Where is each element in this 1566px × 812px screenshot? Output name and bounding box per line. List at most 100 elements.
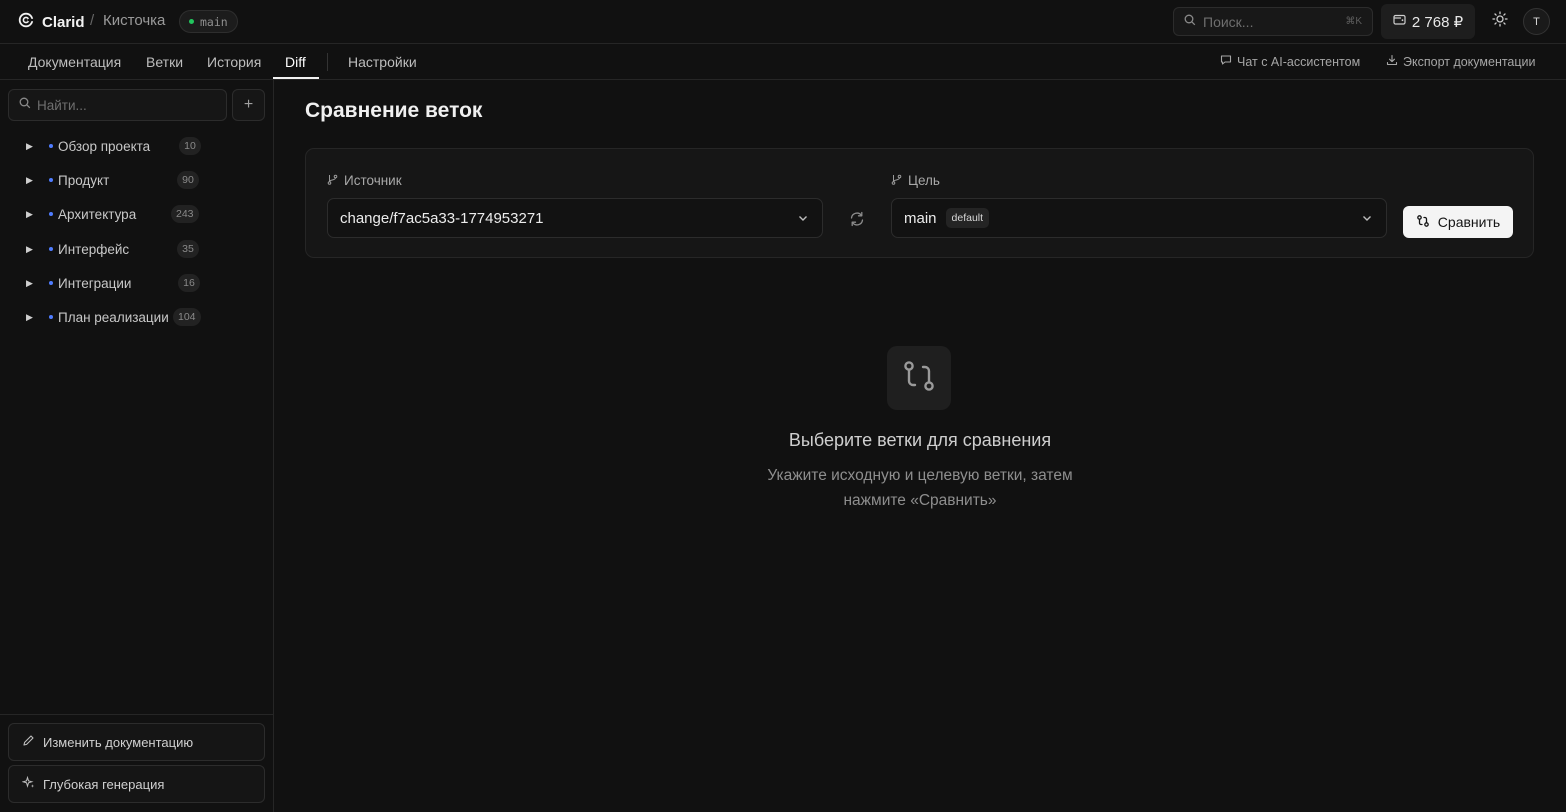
sidebar-divider bbox=[0, 714, 273, 715]
tree-item-label: Архитектура bbox=[58, 206, 137, 222]
swap-branches-button[interactable] bbox=[848, 210, 866, 228]
export-docs-label: Экспорт документации bbox=[1403, 54, 1536, 69]
export-docs-link[interactable]: Экспорт документации bbox=[1386, 54, 1536, 69]
tree-item-architecture[interactable]: ▶ Архитектура 243 bbox=[0, 199, 274, 229]
theme-toggle-button[interactable] bbox=[1489, 10, 1511, 32]
current-branch-name: main bbox=[200, 14, 228, 29]
breadcrumb-separator: / bbox=[90, 12, 95, 29]
app-name: Clarid bbox=[42, 14, 85, 31]
section-dot bbox=[49, 178, 53, 182]
target-branch-value: main bbox=[904, 209, 937, 227]
branch-status-dot bbox=[189, 19, 194, 24]
tree-item-count: 104 bbox=[173, 308, 201, 326]
expand-arrow-icon[interactable]: ▶ bbox=[26, 209, 33, 220]
project-name[interactable]: Кисточка bbox=[103, 12, 165, 29]
tree-item-label: План реализации bbox=[58, 309, 169, 325]
empty-state-description: Укажите исходную и целевую ветки, затем … bbox=[740, 463, 1100, 513]
tree-item-count: 243 bbox=[171, 205, 199, 223]
deep-generation-button[interactable]: Глубокая генерация bbox=[8, 765, 265, 803]
empty-state-description-line: Укажите исходную и целевую ветки, затем bbox=[767, 467, 1073, 484]
chat-bubble-icon bbox=[1220, 54, 1232, 69]
source-label: Источник bbox=[327, 173, 402, 188]
source-branch-value: change/f7ac5a33-1774953271 bbox=[340, 209, 544, 227]
branch-compare-card: Источник change/f7ac5a33-1774953271 Цель… bbox=[305, 148, 1534, 258]
tab-branches[interactable]: Ветки bbox=[146, 44, 183, 79]
sidebar-search-input[interactable]: Найти... bbox=[8, 89, 227, 121]
expand-arrow-icon[interactable]: ▶ bbox=[26, 141, 33, 152]
compare-button[interactable]: Сравнить bbox=[1403, 206, 1513, 238]
tree-item-label: Интерфейс bbox=[58, 241, 130, 257]
app-logo[interactable]: Clarid bbox=[18, 12, 85, 33]
tab-history[interactable]: История bbox=[207, 44, 261, 79]
refresh-icon bbox=[848, 211, 866, 232]
clarid-logo-icon bbox=[18, 12, 34, 33]
search-icon bbox=[19, 96, 31, 114]
wallet-icon bbox=[1393, 13, 1406, 31]
empty-state-title: Выберите ветки для сравнения bbox=[788, 430, 1052, 450]
section-dot bbox=[49, 315, 53, 319]
chevron-down-icon bbox=[1360, 211, 1374, 230]
global-search-input[interactable]: Поиск... ⌘K bbox=[1173, 7, 1373, 36]
tab-documentation[interactable]: Документация bbox=[28, 44, 121, 79]
tree-item-count: 90 bbox=[177, 171, 199, 189]
user-avatar[interactable]: T bbox=[1523, 8, 1550, 35]
git-compare-icon bbox=[1416, 214, 1430, 231]
tree-item-interface[interactable]: ▶ Интерфейс 35 bbox=[0, 234, 274, 264]
edit-docs-label: Изменить документацию bbox=[43, 734, 194, 750]
tree-item-implementation-plan[interactable]: ▶ План реализации 104 bbox=[0, 302, 274, 332]
tree-item-label: Продукт bbox=[58, 172, 110, 188]
add-section-button[interactable]: + bbox=[232, 89, 265, 121]
balance-value: 2 768 ₽ bbox=[1411, 13, 1464, 31]
tree-item-count: 10 bbox=[179, 137, 201, 155]
expand-arrow-icon[interactable]: ▶ bbox=[26, 278, 33, 289]
expand-arrow-icon[interactable]: ▶ bbox=[26, 312, 33, 323]
section-dot bbox=[49, 144, 53, 148]
main-content: Сравнение веток Источник change/f7ac5a33… bbox=[274, 80, 1566, 812]
tree-item-integrations[interactable]: ▶ Интеграции 16 bbox=[0, 268, 274, 298]
section-dot bbox=[49, 212, 53, 216]
expand-arrow-icon[interactable]: ▶ bbox=[26, 244, 33, 255]
target-label: Цель bbox=[891, 173, 940, 188]
ai-chat-link[interactable]: Чат с AI-ассистентом bbox=[1220, 54, 1360, 69]
section-dot bbox=[49, 247, 53, 251]
empty-state-description-line: нажмите «Сравнить» bbox=[843, 492, 997, 509]
deep-generation-label: Глубокая генерация bbox=[43, 776, 165, 792]
current-branch-badge[interactable]: main bbox=[179, 10, 238, 33]
target-branch-select[interactable]: main default bbox=[891, 198, 1387, 238]
git-branch-icon bbox=[891, 173, 902, 188]
source-branch-select[interactable]: change/f7ac5a33-1774953271 bbox=[327, 198, 823, 238]
search-shortcut: ⌘K bbox=[1345, 16, 1362, 27]
tree-item-product[interactable]: ▶ Продукт 90 bbox=[0, 165, 274, 195]
sidebar-search-placeholder: Найти... bbox=[37, 97, 87, 113]
tree-item-label: Интеграции bbox=[58, 275, 132, 291]
search-placeholder: Поиск... bbox=[1203, 13, 1254, 30]
tree-item-label: Обзор проекта bbox=[58, 138, 151, 154]
target-label-text: Цель bbox=[908, 173, 940, 188]
top-bar: Clarid / Кисточка main Поиск... ⌘K 2 768… bbox=[0, 0, 1566, 44]
tab-settings[interactable]: Настройки bbox=[348, 44, 417, 79]
source-label-text: Источник bbox=[344, 173, 402, 188]
tree-item-overview[interactable]: ▶ Обзор проекта 10 bbox=[0, 131, 274, 161]
balance-button[interactable]: 2 768 ₽ bbox=[1381, 4, 1475, 39]
sparkles-icon bbox=[21, 775, 35, 792]
empty-state-icon-box bbox=[887, 346, 951, 410]
tab-divider bbox=[327, 53, 328, 71]
sidebar: Найти... + ▶ Обзор проекта 10 ▶ Продукт … bbox=[0, 80, 274, 812]
search-icon bbox=[1184, 13, 1196, 31]
tab-diff[interactable]: Diff bbox=[285, 44, 306, 79]
git-branch-icon bbox=[327, 173, 338, 188]
page-title: Сравнение веток bbox=[305, 99, 483, 122]
expand-arrow-icon[interactable]: ▶ bbox=[26, 175, 33, 186]
pencil-icon bbox=[22, 734, 35, 750]
compare-button-label: Сравнить bbox=[1437, 214, 1501, 230]
section-dot bbox=[49, 281, 53, 285]
tree-item-count: 16 bbox=[178, 274, 200, 292]
sun-icon bbox=[1492, 10, 1508, 32]
download-icon bbox=[1386, 54, 1398, 69]
git-compare-icon bbox=[902, 359, 936, 398]
edit-docs-button[interactable]: Изменить документацию bbox=[8, 723, 265, 761]
active-tab-indicator bbox=[273, 77, 319, 79]
chevron-down-icon bbox=[796, 211, 810, 230]
tree-item-count: 35 bbox=[177, 240, 199, 258]
main-navigation: Документация Ветки История Diff Настройк… bbox=[0, 44, 1566, 80]
